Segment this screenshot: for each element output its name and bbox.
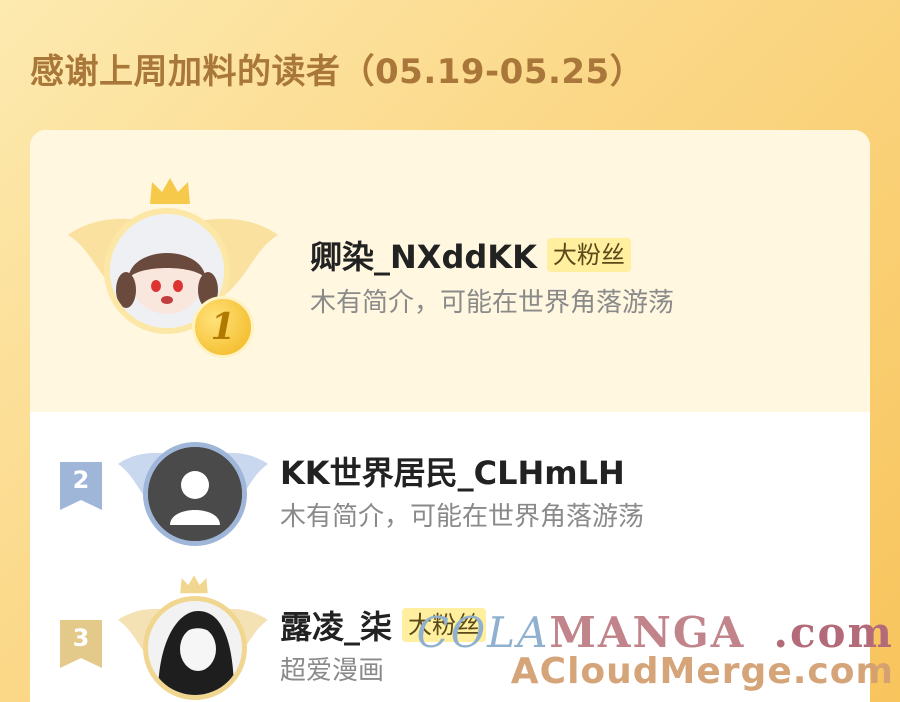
crown-icon [180,575,208,594]
fan-badge: 大粉丝 [546,238,631,272]
reader-bio: 木有简介，可能在世界角落游荡 [280,502,645,532]
reader-name[interactable]: 卿染_NXddKK 大粉丝 [310,232,631,278]
manga-avatar-icon[interactable] [143,596,247,700]
rank-flag-2: 2 [60,462,102,510]
reader-name[interactable]: KK世界居民_CLHmLH [280,448,625,494]
rank-flag-3: 3 [60,620,102,668]
rank-medal-1: 1 [192,296,254,358]
rank-number: 1 [210,306,236,348]
reader-bio: 超爱漫画 [280,656,385,686]
page-title: 感谢上周加料的读者（05.19-05.25） [30,52,645,92]
reader-bio: 木有简介，可能在世界角落游荡 [310,288,675,318]
crown-icon [150,178,190,204]
site-watermark: COLAMANGA .com ACloudMerge.com [416,608,894,692]
reader-row-2[interactable]: 2 KK世界居民_CLHmLH 木有简介，可能在世界角落游荡 [30,412,870,572]
top-reader-row[interactable]: 1 卿染_NXddKK 大粉丝 木有简介，可能在世界角落游荡 [30,130,870,412]
default-user-avatar-icon[interactable] [143,442,247,546]
